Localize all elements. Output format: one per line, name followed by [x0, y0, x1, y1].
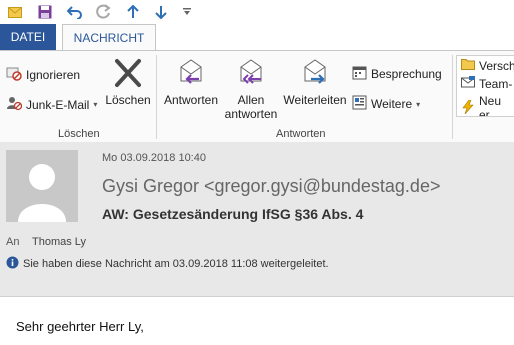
greeting-text: Sehr geehrter Herr Ly,	[16, 319, 144, 334]
info-icon	[6, 256, 19, 272]
lightning-icon	[461, 99, 475, 117]
weiterleiten-button[interactable]: Weiterleiten	[280, 57, 350, 107]
info-bar[interactable]: Sie haben diese Nachricht am 03.09.2018 …	[6, 256, 329, 272]
folder-icon	[461, 58, 475, 73]
chevron-down-icon: ▾	[93, 100, 98, 109]
delete-x-icon	[104, 57, 152, 89]
junk-icon	[6, 95, 23, 114]
calendar-icon	[352, 65, 367, 83]
antworten-button[interactable]: Antworten	[160, 57, 222, 107]
quick-access-toolbar	[0, 0, 514, 24]
customize-icon[interactable]	[178, 3, 196, 21]
redo-icon[interactable]	[95, 3, 113, 21]
weitere-label: Weitere	[371, 97, 413, 111]
save-icon[interactable]	[36, 3, 54, 21]
quick-step-3[interactable]: Neu er	[461, 94, 514, 117]
team-mail-icon	[461, 76, 475, 91]
chevron-down-icon: ▾	[416, 99, 421, 109]
info-text: Sie haben diese Nachricht am 03.09.2018 …	[23, 258, 329, 270]
forward-icon	[280, 57, 350, 89]
ignore-icon	[6, 65, 22, 84]
up-arrow-icon[interactable]	[124, 3, 142, 21]
allen-label-line1: Allen	[237, 93, 265, 107]
subject: AW: Gesetzesänderung IfSG §36 Abs. 4	[102, 206, 364, 222]
avatar	[6, 150, 78, 222]
quick-steps-gallery: Versch Team- Neu er	[456, 55, 514, 117]
loeschen-button[interactable]: Löschen	[104, 57, 152, 107]
quick-step-1-label: Versch	[479, 58, 514, 73]
reply-icon	[160, 57, 222, 89]
to-label: An	[6, 236, 20, 248]
besprechung-label: Besprechung	[371, 67, 442, 81]
antworten-label: Antworten	[163, 93, 219, 107]
ribbon: Ignorieren Junk-E-Mail ▾ Löschen Löschen…	[0, 50, 514, 144]
quick-step-1[interactable]: Versch	[461, 58, 514, 73]
quick-step-2[interactable]: Team-	[461, 76, 512, 91]
ignorieren-button[interactable]: Ignorieren	[6, 65, 80, 84]
loeschen-label: Löschen	[105, 93, 151, 107]
reply-all-icon	[222, 57, 280, 89]
to-recipient[interactable]: Thomas Ly	[32, 236, 86, 248]
weitere-button[interactable]: Weitere ▾	[352, 95, 420, 113]
envelope-icon[interactable]	[6, 3, 24, 21]
tab-nachricht[interactable]: NACHRICHT	[62, 24, 156, 50]
quick-step-3-label: Neu er	[479, 94, 502, 117]
message-date: Mo 03.09.2018 10:40	[102, 152, 206, 164]
group-divider	[156, 55, 157, 139]
group-divider	[452, 55, 453, 139]
allen-antworten-button[interactable]: Allen antworten	[222, 57, 280, 121]
allen-label-line2: antworten	[224, 107, 278, 121]
junk-email-button[interactable]: Junk-E-Mail ▾	[6, 95, 97, 114]
junk-label: Junk-E-Mail	[26, 97, 90, 112]
besprechung-button[interactable]: Besprechung	[352, 65, 442, 83]
loeschen-group-label: Löschen	[58, 128, 100, 140]
down-arrow-icon[interactable]	[152, 3, 170, 21]
ribbon-tabs: DATEI NACHRICHT	[0, 24, 514, 50]
more-icon	[352, 95, 367, 113]
message-body[interactable]: Sehr geehrter Herr Ly,	[0, 296, 514, 345]
ignorieren-label: Ignorieren	[26, 67, 81, 82]
tab-datei[interactable]: DATEI	[0, 24, 56, 50]
undo-icon[interactable]	[66, 3, 84, 21]
quick-step-2-label: Team-	[479, 76, 513, 91]
sender[interactable]: Gysi Gregor <gregor.gysi@bundestag.de>	[102, 176, 440, 197]
antworten-group-label: Antworten	[276, 128, 326, 140]
message-header: Mo 03.09.2018 10:40 Gysi Gregor <gregor.…	[0, 142, 514, 296]
weiterleiten-label: Weiterleiten	[283, 93, 347, 107]
